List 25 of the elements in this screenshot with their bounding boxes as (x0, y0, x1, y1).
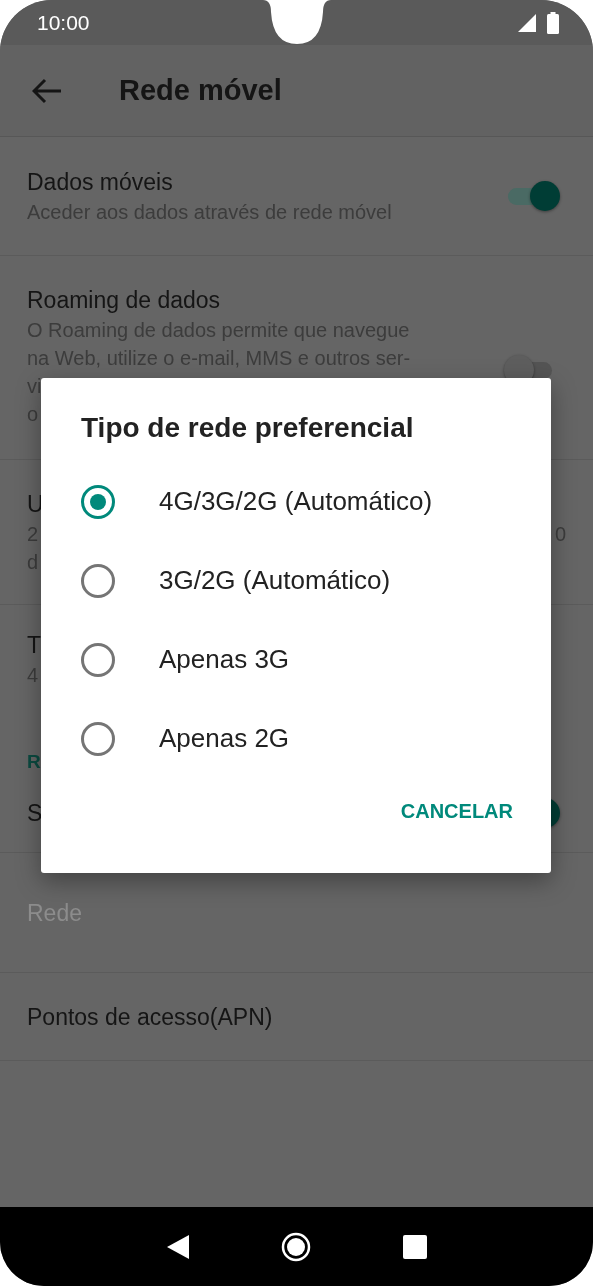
setting-title: S (27, 798, 43, 828)
cancel-button[interactable]: CANCELAR (392, 790, 521, 833)
radio-button[interactable] (81, 563, 115, 598)
radio-option[interactable]: 3G/2G (Automático) (81, 541, 551, 620)
setting-title: Pontos de acesso(APN) (27, 1002, 273, 1032)
clock-time: 10:00 (37, 10, 90, 35)
overview-icon[interactable] (403, 1234, 428, 1259)
radio-button[interactable] (81, 642, 115, 677)
signal-icon (517, 12, 537, 33)
radio-option[interactable]: 4G/3G/2G (Automático) (81, 462, 551, 541)
home-icon[interactable] (281, 1231, 312, 1262)
radio-button[interactable] (81, 721, 115, 756)
setting-title: Roaming de dados (27, 286, 221, 315)
setting-title: Dados móveis (27, 168, 173, 197)
battery-icon (547, 11, 559, 34)
back-icon[interactable] (165, 1233, 190, 1260)
radio-option[interactable]: Apenas 3G (81, 620, 551, 699)
dialog-title: Tipo de rede preferencial (81, 412, 415, 444)
camera-notch (263, 0, 331, 45)
radio-button[interactable] (81, 484, 115, 519)
screen-title: Rede móvel (119, 74, 282, 107)
back-arrow-icon[interactable] (32, 77, 62, 104)
section-header: R (27, 751, 41, 773)
radio-option[interactable]: Apenas 2G (81, 699, 551, 778)
setting-title: T (27, 631, 42, 660)
